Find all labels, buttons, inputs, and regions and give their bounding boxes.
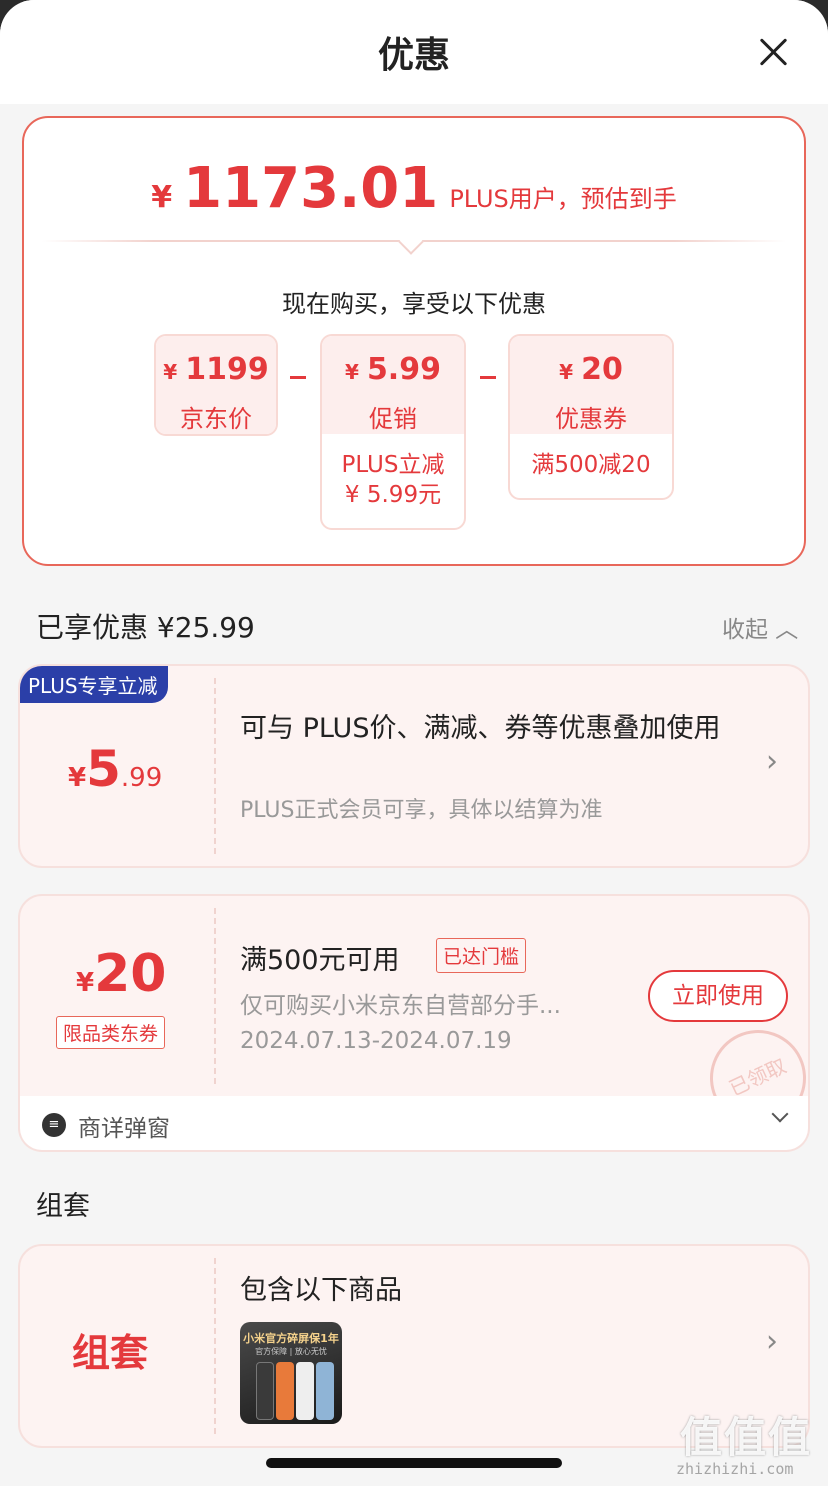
threshold-reached-badge: 已达门槛	[436, 938, 527, 973]
dashed-separator	[214, 1258, 216, 1434]
sheet-header: 优惠	[0, 0, 828, 104]
coupon-description: 仅可购买小米京东自营部分手...	[240, 993, 561, 1019]
phone-image	[296, 1362, 314, 1420]
thumbnail-text: 小米官方碎屏保1年	[243, 1332, 339, 1345]
thumbnail-subtext: 官方保障 | 放心无忧	[255, 1347, 327, 1356]
final-price-desc: PLUS用户，预估到手	[449, 185, 677, 213]
final-price-row: ¥ 1173.01 PLUS用户，预估到手	[24, 156, 804, 221]
chevron-right-icon: ›	[766, 1324, 778, 1359]
minus-icon	[480, 376, 496, 379]
minus-icon	[290, 376, 306, 379]
watermark-url: zhizhizhi.com	[676, 1460, 794, 1478]
discount-sheet: 优惠 ¥ 1173.01 PLUS用户，预估到手 现在购买，享受以下优惠 ¥11…	[0, 0, 828, 1486]
enjoyed-discount-total: 已享优惠 ¥25.99	[36, 611, 255, 644]
chip-label: 京东价	[180, 405, 252, 433]
bundle-section-title: 组套	[36, 1191, 90, 1222]
chip-value: ¥20	[559, 352, 623, 387]
chip-label: 促销	[369, 405, 417, 433]
plus-discount-title: 可与 PLUS价、满减、券等优惠叠加使用	[240, 713, 721, 744]
home-indicator	[266, 1458, 562, 1468]
bundle-product-thumbnail[interactable]: 小米官方碎屏保1年 官方保障 | 放心无忧	[240, 1322, 342, 1424]
chip-label: 优惠券	[555, 405, 627, 433]
dashed-separator	[214, 678, 216, 854]
close-icon[interactable]	[754, 32, 794, 72]
chip-jd-price: ¥1199 京东价	[154, 334, 278, 436]
chip-value: ¥5.99	[345, 352, 441, 387]
claimed-stamp: 已领取	[694, 1014, 808, 1096]
phone-image	[316, 1362, 334, 1420]
currency-symbol: ¥	[151, 180, 173, 215]
coupon-type-tag: 限品类东券	[56, 1016, 166, 1049]
bundle-title: 包含以下商品	[240, 1275, 402, 1306]
chevron-right-icon: ›	[766, 744, 778, 779]
chip-note: PLUS立减 ¥ 5.99元	[341, 452, 445, 508]
chip-promotion: ¥5.99 促销 PLUS立减 ¥ 5.99元	[320, 334, 466, 530]
bundle-label: 组套	[72, 1331, 149, 1375]
collapse-button[interactable]: 收起 ︿	[722, 610, 798, 644]
detail-popup-bar[interactable]: ≡ 商详弹窗	[18, 1096, 810, 1152]
coupon-validity: 2024.07.13-2024.07.19	[240, 1028, 512, 1054]
price-summary-card: ¥ 1173.01 PLUS用户，预估到手 现在购买，享受以下优惠 ¥1199 …	[22, 116, 806, 566]
chip-top: ¥1199 京东价	[156, 336, 276, 434]
coupon-value: ¥20	[76, 944, 167, 1004]
watermark-logo: 值值值	[680, 1413, 813, 1462]
chip-top: ¥20 优惠券	[510, 336, 672, 434]
chevron-down-icon	[771, 1105, 789, 1123]
plus-discount-amount: ¥5.99	[68, 740, 163, 798]
plus-badge: PLUS专享立减	[20, 666, 168, 703]
use-now-button[interactable]: 立即使用	[648, 970, 788, 1022]
chip-top: ¥5.99 促销	[322, 336, 464, 434]
detail-popup-label: 商详弹窗	[78, 1116, 170, 1142]
summary-subtitle: 现在购买，享受以下优惠	[282, 290, 546, 318]
phone-image	[276, 1362, 294, 1420]
phone-image	[256, 1362, 274, 1420]
plus-discount-subtitle: PLUS正式会员可享，具体以结算为准	[240, 798, 603, 823]
coupon-card: ¥20 限品类东券 满500元可用 已达门槛 仅可购买小米京东自营部分手... …	[18, 894, 810, 1098]
final-price: 1173.01	[183, 156, 439, 221]
dashed-separator	[214, 908, 216, 1084]
chip-coupon: ¥20 优惠券 满500减20	[508, 334, 674, 500]
divider-notch	[398, 229, 424, 255]
plus-discount-card[interactable]: PLUS专享立减 ¥5.99 可与 PLUS价、满减、券等优惠叠加使用 PLUS…	[18, 664, 810, 868]
menu-icon: ≡	[42, 1113, 66, 1137]
chip-value: ¥1199	[163, 352, 269, 387]
sheet-title: 优惠	[377, 35, 450, 76]
coupon-title: 满500元可用	[240, 945, 400, 976]
chip-note: 满500减20	[531, 452, 651, 478]
